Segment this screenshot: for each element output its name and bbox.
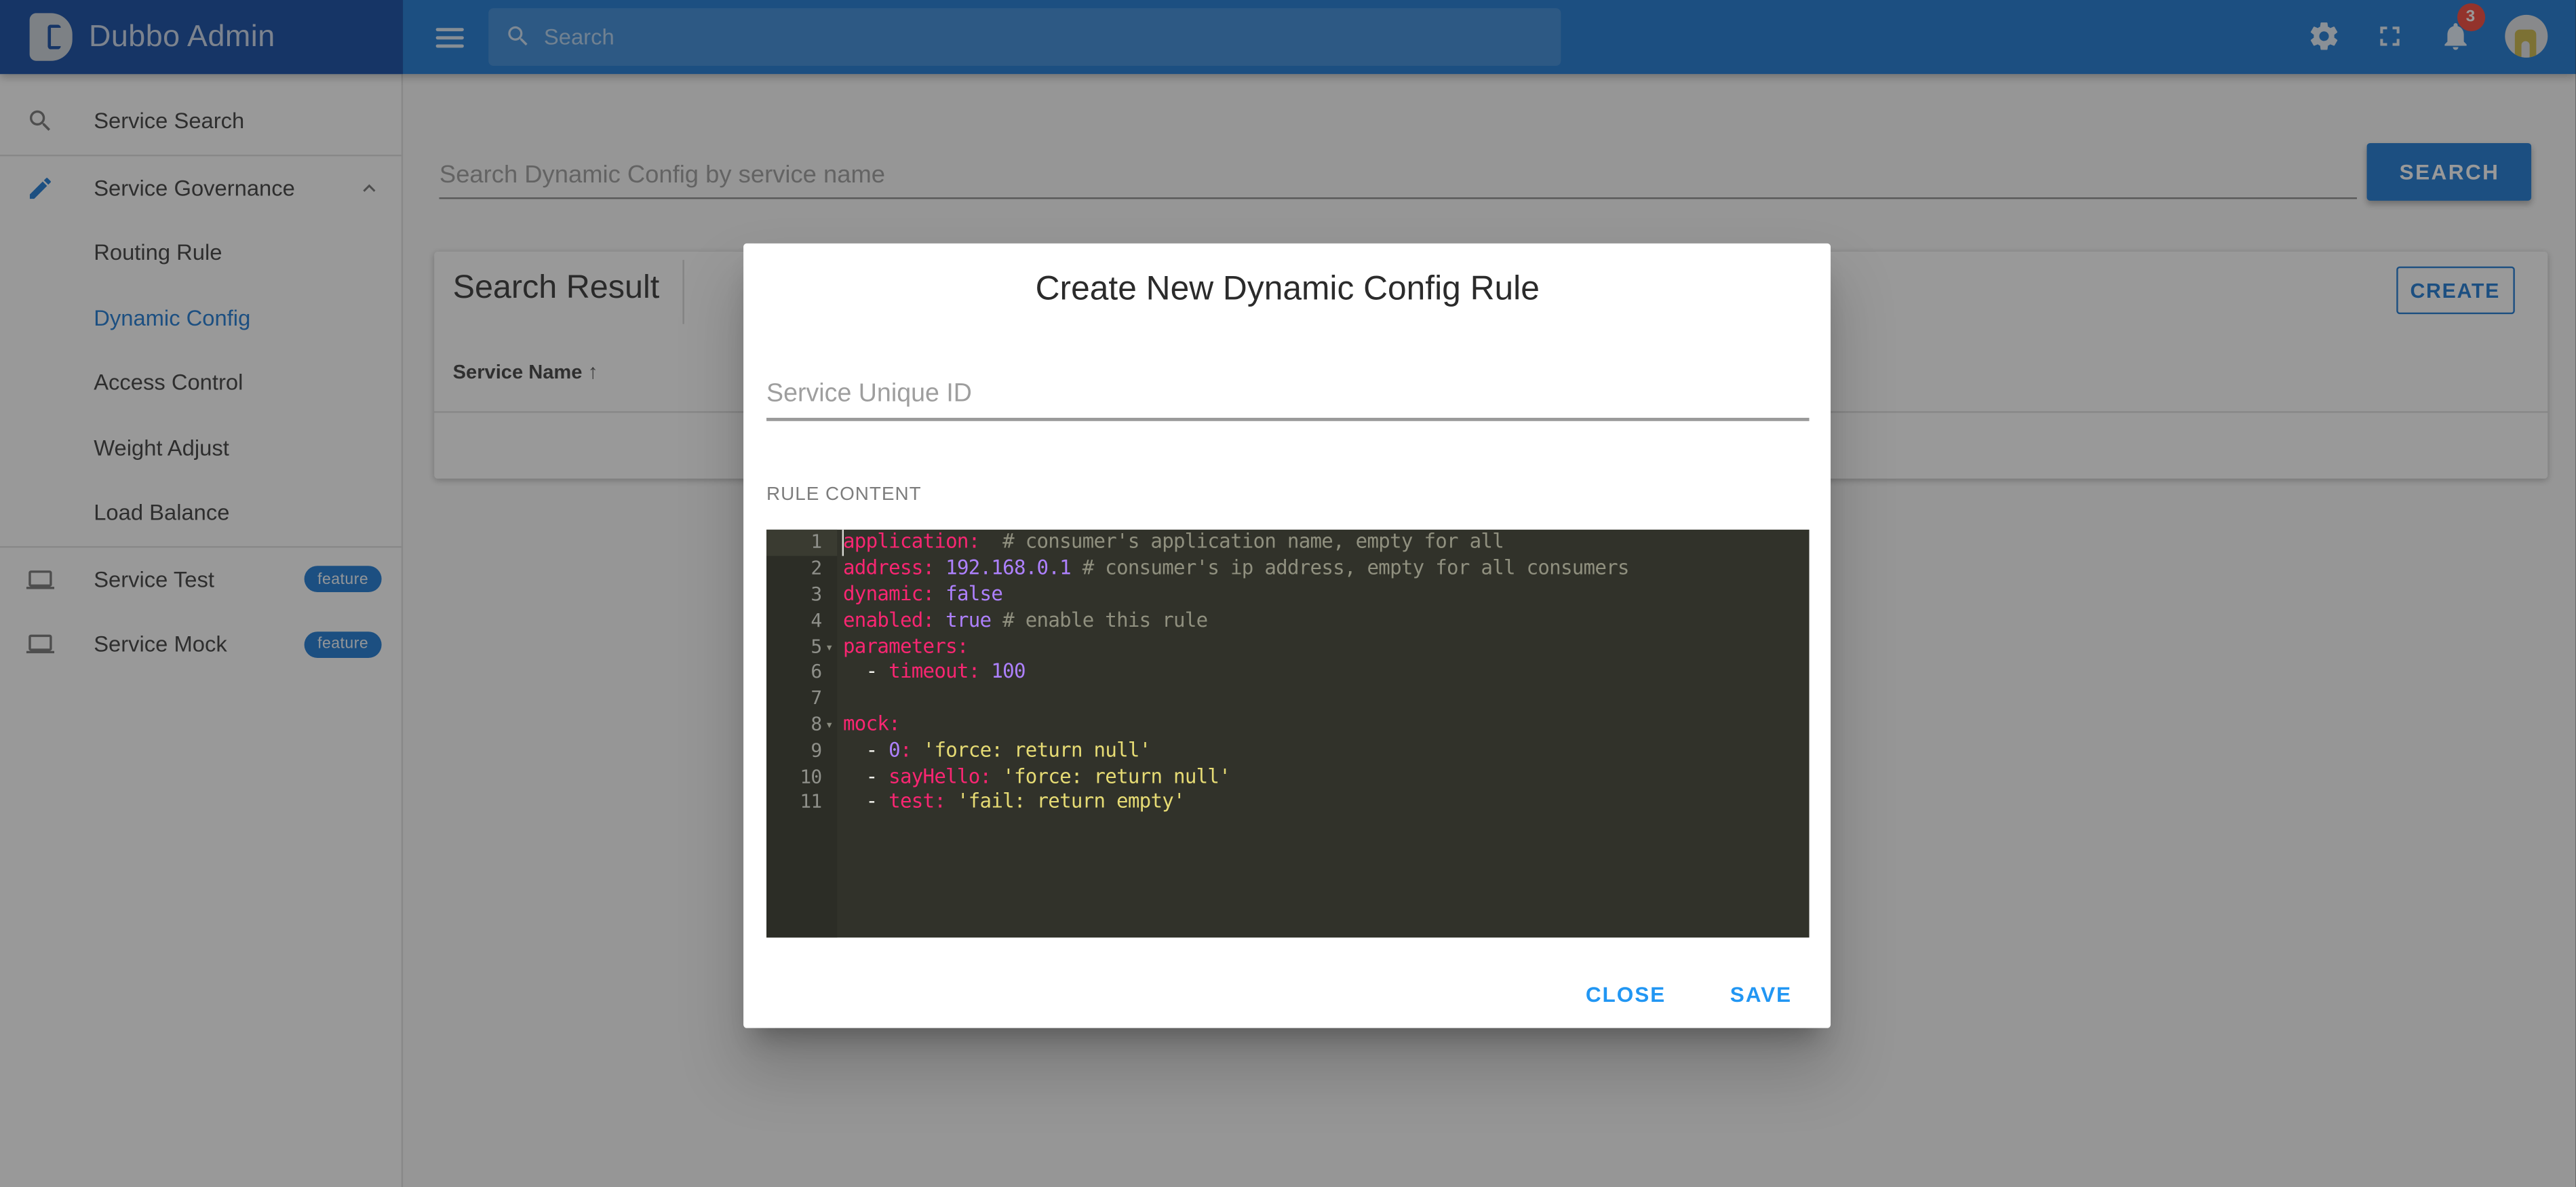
dialog-title: Create New Dynamic Config Rule: [744, 243, 1831, 309]
code-line: - test: 'fail: return empty': [843, 790, 1810, 816]
code-line: dynamic: false: [843, 583, 1810, 608]
code-line: address: 192.168.0.1 # consumer's ip add…: [843, 556, 1810, 582]
code-line: application: # consumer's application na…: [843, 530, 1810, 556]
editor-code: application: # consumer's application na…: [836, 530, 1810, 937]
code-line: enabled: true # enable this rule: [843, 608, 1810, 634]
editor-gutter: 12345▾678▾91011: [766, 530, 836, 937]
create-rule-dialog: Create New Dynamic Config Rule Service U…: [744, 243, 1831, 1029]
dialog-actions: CLOSE SAVE: [1559, 964, 1818, 1023]
code-line: mock:: [843, 712, 1810, 738]
rule-code-editor[interactable]: 12345▾678▾91011 application: # consumer'…: [766, 530, 1810, 937]
code-line: - timeout: 100: [843, 661, 1810, 686]
rule-content-label: RULE CONTENT: [766, 486, 922, 505]
code-line: parameters:: [843, 634, 1810, 660]
app-root: Dubbo Admin Search 3: [0, 0, 2576, 1187]
service-id-underline: [766, 419, 1810, 421]
text-cursor: [842, 530, 844, 556]
save-button[interactable]: SAVE: [1704, 964, 1818, 1023]
code-line: [843, 686, 1810, 712]
close-button[interactable]: CLOSE: [1559, 964, 1692, 1023]
code-line: - sayHello: 'force: return null': [843, 764, 1810, 790]
service-unique-id-input[interactable]: Service Unique ID: [766, 379, 972, 409]
code-line: - 0: 'force: return null': [843, 738, 1810, 764]
